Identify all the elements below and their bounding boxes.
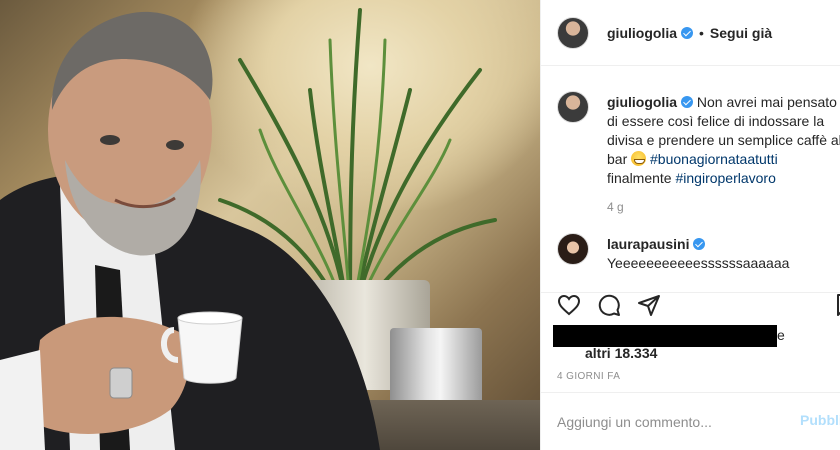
comment-item: laurapausini Yeeeeeeeeeeessssssaaaaaa bbox=[557, 233, 840, 277]
hashtag-link[interactable]: #buonagiornataatutti bbox=[650, 151, 778, 167]
share-icon[interactable] bbox=[637, 293, 661, 317]
comment-input[interactable]: Aggiungi un commento... bbox=[557, 414, 712, 430]
caption-username[interactable]: giuliogolia bbox=[607, 94, 677, 110]
caption-avatar[interactable] bbox=[557, 91, 589, 123]
comments-list[interactable]: giuliogolia Non avrei mai pensato di ess… bbox=[541, 67, 840, 292]
caption-text-2: finalmente bbox=[607, 170, 672, 186]
caption-item: giuliogolia Non avrei mai pensato di ess… bbox=[557, 91, 840, 221]
post-timestamp[interactable]: 4 GIORNI FA bbox=[557, 371, 620, 382]
comment-text: Yeeeeeeeeeeessssssaaaaaa bbox=[607, 255, 790, 271]
redacted-likes-block bbox=[553, 325, 777, 347]
publish-button[interactable]: Pubblica bbox=[800, 412, 840, 428]
commenter-avatar[interactable] bbox=[557, 233, 589, 265]
commenter-username[interactable]: laurapausini bbox=[607, 236, 689, 252]
emoji-grin-icon bbox=[631, 151, 647, 166]
heart-icon[interactable] bbox=[557, 293, 581, 317]
verified-badge-icon bbox=[681, 26, 693, 39]
verified-badge-icon bbox=[681, 96, 693, 108]
photo-man bbox=[0, 11, 380, 450]
add-comment-bar: Aggiungi un commento... Pubblica bbox=[541, 392, 840, 450]
bookmark-icon[interactable] bbox=[833, 293, 840, 317]
caption-time[interactable]: 4 g bbox=[607, 200, 624, 214]
post-actions-section: e altri 18.334 4 GIORNI FA bbox=[541, 292, 840, 402]
post-header: giuliogolia • Segui già bbox=[541, 0, 840, 66]
hashtag-link[interactable]: #ingiroperlavoro bbox=[675, 170, 775, 186]
likes-text-tail: e bbox=[777, 327, 785, 343]
author-avatar[interactable] bbox=[557, 16, 589, 49]
caption-text-block: giuliogolia Non avrei mai pensato di ess… bbox=[607, 93, 840, 188]
post-side-panel: giuliogolia • Segui già giuliogolia Non … bbox=[540, 0, 840, 450]
post-photo[interactable] bbox=[0, 0, 540, 450]
comment-text-block: laurapausini Yeeeeeeeeeeessssssaaaaaa bbox=[607, 235, 840, 273]
verified-badge-icon bbox=[693, 238, 706, 250]
following-button[interactable]: Segui già bbox=[710, 25, 772, 41]
header-separator: • bbox=[699, 24, 704, 41]
author-username[interactable]: giuliogolia bbox=[607, 25, 677, 41]
likes-count-link[interactable]: altri 18.334 bbox=[585, 345, 657, 361]
comment-icon[interactable] bbox=[597, 293, 621, 317]
